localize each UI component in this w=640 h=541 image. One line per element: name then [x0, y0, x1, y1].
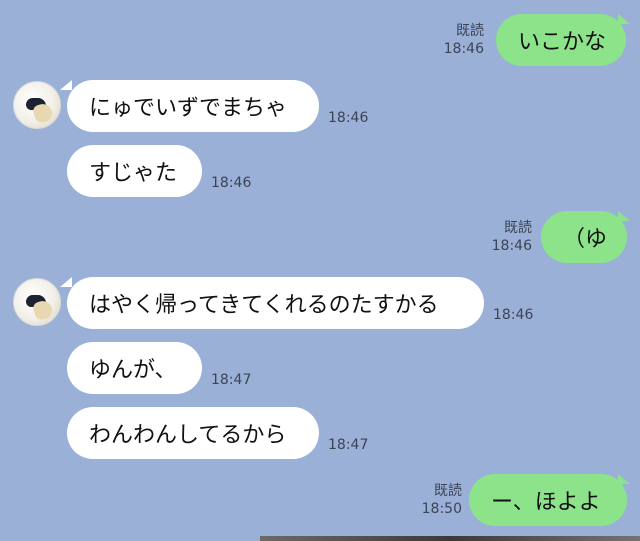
message-time: 18:46 — [443, 41, 484, 57]
read-receipt: 既読 — [434, 483, 462, 499]
message-row-outgoing: 既読 18:46 いこかな — [0, 14, 640, 74]
bubble-tail — [618, 14, 630, 24]
message-time: 18:46 — [491, 238, 532, 254]
avatar-image-detail — [31, 101, 55, 125]
message-bubble[interactable]: わんわんしてるから — [67, 407, 319, 459]
chat-screen: { "messages": [ {"text": "いこかな", "read":… — [0, 0, 640, 541]
bubble-tail — [618, 211, 630, 221]
message-bubble[interactable]: （ゆ — [541, 211, 627, 263]
message-time: 18:46 — [493, 307, 534, 323]
message-text: （ゆ — [563, 227, 608, 252]
message-time: 18:50 — [421, 501, 462, 517]
bubble-tail — [60, 277, 72, 287]
message-time: 18:46 — [328, 110, 369, 126]
message-text: わんわんしてるから — [89, 423, 287, 448]
bubble-tail — [618, 474, 630, 484]
message-text: はやく帰ってきてくれるのたすかる — [89, 293, 439, 318]
message-meta: 既読 18:50 — [418, 482, 462, 518]
message-row-incoming: はやく帰ってきてくれるのたすかる 18:46 — [0, 277, 640, 337]
message-row-incoming: すじゃた 18:46 — [0, 145, 640, 205]
message-text: ゆんが、 — [89, 358, 177, 383]
message-time: 18:47 — [211, 372, 252, 388]
avatar[interactable] — [13, 81, 61, 129]
bubble-tail — [60, 80, 72, 90]
message-text: すじゃた — [89, 161, 178, 186]
message-bubble[interactable]: にゅでいずでまちゃ — [67, 80, 319, 132]
message-text: ー、ほよよ — [491, 490, 601, 515]
message-row-incoming: ゆんが、 18:47 — [0, 342, 640, 402]
message-bubble[interactable]: はやく帰ってきてくれるのたすかる — [67, 277, 484, 329]
message-meta: 既読 18:46 — [440, 22, 484, 58]
message-meta: 既読 18:46 — [488, 219, 532, 255]
message-row-outgoing: 既読 18:46 （ゆ — [0, 211, 640, 271]
read-receipt: 既読 — [504, 220, 532, 236]
message-row-incoming: にゅでいずでまちゃ 18:46 — [0, 80, 640, 140]
message-bubble[interactable]: いこかな — [496, 14, 626, 66]
message-text: にゅでいずでまちゃ — [89, 96, 288, 121]
read-receipt: 既読 — [456, 23, 484, 39]
message-row-outgoing: 既読 18:50 ー、ほよよ — [0, 474, 640, 534]
image-preview-edge — [260, 536, 640, 541]
message-bubble[interactable]: ゆんが、 — [67, 342, 202, 394]
message-bubble[interactable]: ー、ほよよ — [469, 474, 627, 526]
message-row-incoming: わんわんしてるから 18:47 — [0, 407, 640, 467]
message-time: 18:47 — [328, 437, 369, 453]
avatar-image-detail — [31, 298, 55, 322]
message-bubble[interactable]: すじゃた — [67, 145, 202, 197]
message-text: いこかな — [518, 30, 607, 55]
avatar[interactable] — [13, 278, 61, 326]
message-time: 18:46 — [211, 175, 252, 191]
